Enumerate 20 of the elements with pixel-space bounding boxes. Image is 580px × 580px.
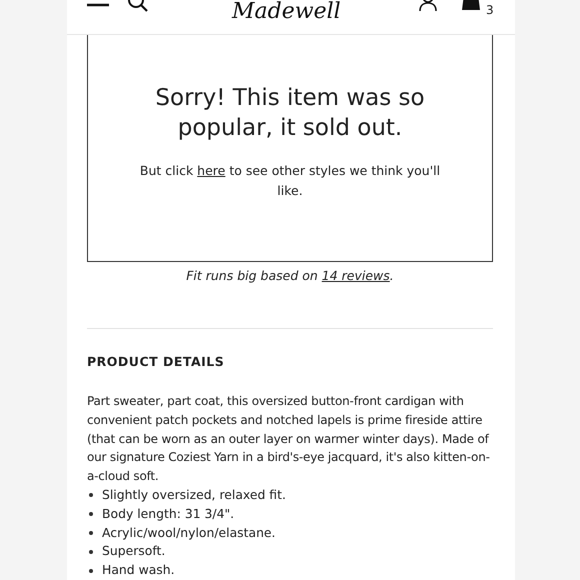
fit-note: Fit runs big based on 14 reviews.: [185, 267, 395, 285]
logo[interactable]: Madewell: [232, 0, 341, 24]
search-icon[interactable]: [127, 0, 149, 14]
reviews-link[interactable]: 14 reviews: [322, 268, 390, 283]
sold-out-title: Sorry! This item was so popular, it sold out.: [154, 84, 426, 143]
bullet-text: Acrylic/wool/nylon/elastane.: [102, 524, 276, 542]
bullet-text: Hand wash.: [102, 561, 175, 580]
bullet-icon: [89, 568, 93, 573]
bullet-icon: [89, 530, 93, 535]
bullet-icon: [89, 512, 93, 516]
bullet-icon: [89, 550, 93, 554]
product-description: Part sweater, part coat, this oversized button-front cardigan with convenient patch pockets and notched lapels is prime fireside attire (that can be worn as an outer layer on warmer winter days). Made of our signature Coziest Yarn in a bird's-eye jacquard, it's also kitten-on-a-cloud soft.: [87, 393, 491, 486]
sold-out-message: But click here to see other styles we think you'll like.: [138, 162, 442, 200]
section-heading: PRODUCT DETAILS: [87, 353, 226, 371]
cart-count: 3: [486, 3, 494, 17]
bullet-text: Body length: 31 3/4".: [102, 504, 234, 523]
bullet-text: Slightly oversized, relaxed fit.: [102, 486, 286, 504]
bullet-text: Supersoft.: [102, 542, 166, 560]
bullet-icon: [89, 493, 93, 498]
here-link[interactable]: here: [197, 163, 226, 178]
